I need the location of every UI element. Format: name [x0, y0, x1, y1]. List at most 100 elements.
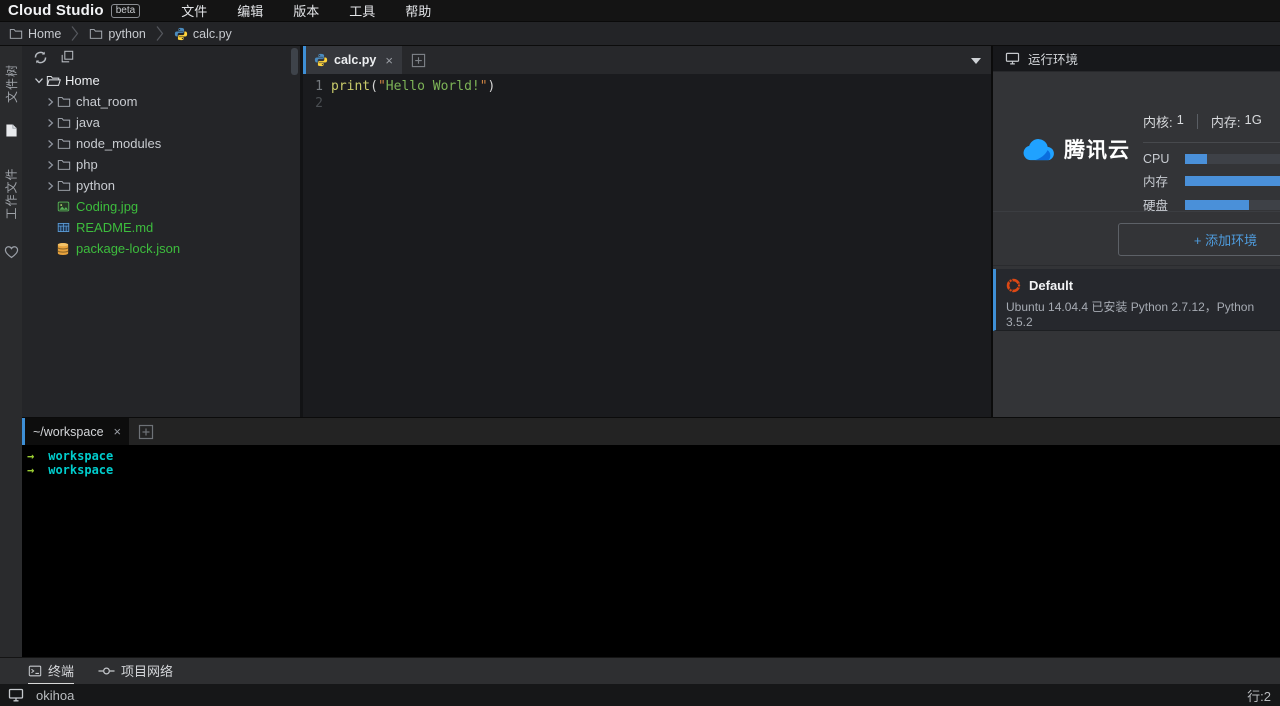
file-tree-scrollbar[interactable] — [291, 48, 298, 75]
folder-icon — [57, 137, 76, 150]
chevron-right-icon — [43, 97, 57, 107]
tree-row-chat_room[interactable]: chat_room — [22, 91, 300, 112]
stat-value: 1G — [1244, 112, 1261, 131]
folder-icon — [89, 27, 103, 40]
breadcrumb-item-Home[interactable]: Home — [9, 27, 61, 41]
code-text: print("Hello World!") — [323, 78, 495, 95]
breadcrumb-label: python — [108, 27, 146, 41]
terminal-prompt: → — [27, 463, 34, 477]
activity-tab-工作文件[interactable]: 工作文件 — [0, 155, 22, 231]
collapse-all-icon[interactable] — [60, 50, 74, 64]
terminal-prompt: → — [27, 449, 34, 463]
tree-row-Home[interactable]: Home — [22, 70, 300, 91]
breadcrumb-item-python[interactable]: python — [89, 27, 146, 41]
folder-icon — [57, 95, 76, 108]
add-environment-button[interactable]: + 添加环境 — [1118, 223, 1280, 256]
breadcrumb-separator-icon — [156, 25, 164, 42]
editor-tab-close-icon[interactable]: × — [385, 53, 393, 68]
menu-items: 文件编辑版本工具帮助 — [166, 1, 446, 20]
tree-row-java[interactable]: java — [22, 112, 300, 133]
editor-tab-calc-py[interactable]: calc.py × — [303, 46, 402, 74]
tree-row-php[interactable]: php — [22, 154, 300, 175]
menu-item-帮助[interactable]: 帮助 — [390, 1, 446, 20]
breadcrumb-label: calc.py — [193, 27, 232, 41]
meter-label: 内存 — [1143, 171, 1179, 190]
chevron-right-icon — [43, 118, 57, 128]
stat-divider — [1197, 114, 1198, 129]
stat-内存:: 内存:1G — [1211, 112, 1262, 131]
env-panel-header: 运行环境 — [993, 46, 1280, 72]
stat-label: 内核: — [1143, 112, 1173, 131]
status-bar: okihoa 行:2 — [0, 684, 1280, 706]
breadcrumb-separator-icon — [71, 25, 79, 42]
terminal-text: workspace — [48, 449, 113, 463]
tree-row-node_modules[interactable]: node_modules — [22, 133, 300, 154]
env-section-divider-top — [993, 211, 1280, 212]
editor: calc.py × 1print("Hello World!")2 — [300, 46, 991, 417]
tree-row-label: Coding.jpg — [76, 199, 138, 214]
terminal-tab-workspace[interactable]: ~/workspace × — [22, 418, 129, 446]
env-panel: 运行环境 腾讯云 内核:1内存:1G CPU内存硬盘 + 添加环境 Defau — [991, 46, 1280, 417]
terminal-line: → workspace — [27, 449, 1280, 463]
network-icon — [98, 665, 115, 677]
menu-item-文件[interactable]: 文件 — [166, 1, 222, 20]
terminal-text: workspace — [48, 463, 113, 477]
bottom-tab-项目网络[interactable]: 项目网络 — [98, 658, 173, 685]
status-user-label: okihoa — [36, 688, 74, 703]
tree-row-package-lock.json[interactable]: package-lock.json — [22, 238, 300, 259]
code-area[interactable]: 1print("Hello World!")2 — [303, 74, 991, 112]
file-tree-toolbar — [22, 46, 300, 68]
tree-row-label: php — [76, 157, 98, 172]
editor-tab-strip: calc.py × — [303, 46, 991, 74]
bottom-tab-终端[interactable]: 终端 — [28, 658, 74, 685]
bottom-toolbar: 终端项目网络 — [0, 657, 1280, 684]
file-icon — [5, 123, 18, 138]
token: " — [378, 79, 386, 94]
file-tree-panel: Homechat_roomjavanode_modulesphp python Co… — [22, 46, 300, 417]
environment-description: Ubuntu 14.04.4 已安装 Python 2.7.12，Python … — [1006, 298, 1280, 329]
menu-bar: Cloud Studio beta 文件编辑版本工具帮助 — [0, 0, 1280, 22]
activity-tab-文件树[interactable]: 文件树 — [0, 54, 22, 113]
cloud-studio-app: Cloud Studio beta 文件编辑版本工具帮助 Homepythonc… — [0, 0, 1280, 706]
tree-row-python[interactable]: python — [22, 175, 300, 196]
activity-heart-button[interactable] — [4, 245, 19, 264]
tab-list-dropdown-icon[interactable] — [971, 58, 981, 64]
tencent-cloud-logo-icon — [1019, 137, 1056, 162]
menu-item-版本[interactable]: 版本 — [278, 1, 334, 20]
menu-item-编辑[interactable]: 编辑 — [222, 1, 278, 20]
tree-row-README.md[interactable]: README.md — [22, 217, 300, 238]
new-terminal-button[interactable] — [138, 424, 154, 440]
token: " — [480, 79, 488, 94]
stat-value: 1 — [1177, 112, 1184, 131]
env-stats: 内核:1 内存:1G — [1143, 112, 1262, 131]
env-section-divider-bottom — [993, 265, 1280, 266]
folder-icon — [57, 116, 76, 129]
activity-tab-label: 文件树 — [3, 64, 20, 103]
activity-file-button[interactable] — [5, 123, 18, 143]
meter-fill — [1185, 176, 1280, 186]
folder-icon — [57, 179, 76, 192]
meter-track — [1185, 200, 1280, 210]
terminal-tab-close-icon[interactable]: × — [114, 424, 122, 439]
python-icon — [314, 53, 328, 67]
tree-row-Coding.jpg[interactable]: Coding.jpg — [22, 196, 300, 217]
token: ( — [370, 79, 378, 94]
tencent-cloud-brand: 腾讯云 — [1019, 134, 1130, 164]
meter-track — [1185, 176, 1280, 186]
activity-bar: 文件树工作文件 — [0, 46, 22, 657]
activity-tab-label: 工作文件 — [3, 167, 20, 219]
menu-item-工具[interactable]: 工具 — [334, 1, 390, 20]
new-editor-tab-button[interactable] — [411, 53, 426, 68]
environment-card-default[interactable]: Default Ubuntu 14.04.4 已安装 Python 2.7.12… — [993, 269, 1280, 331]
stats-divider — [1143, 142, 1280, 143]
meter-内存: 内存 — [1143, 171, 1280, 190]
meter-fill — [1185, 200, 1249, 210]
editor-tab-label: calc.py — [334, 53, 376, 67]
json-icon — [57, 242, 76, 256]
breadcrumb-item-calc.py[interactable]: calc.py — [174, 27, 232, 41]
monitor-icon — [1005, 52, 1020, 65]
breadcrumb: Home python calc.py — [0, 22, 1280, 46]
refresh-icon[interactable] — [33, 50, 48, 65]
resource-meters: CPU内存硬盘 — [1143, 152, 1280, 219]
terminal-output[interactable]: → workspace → workspace — [22, 445, 1280, 657]
